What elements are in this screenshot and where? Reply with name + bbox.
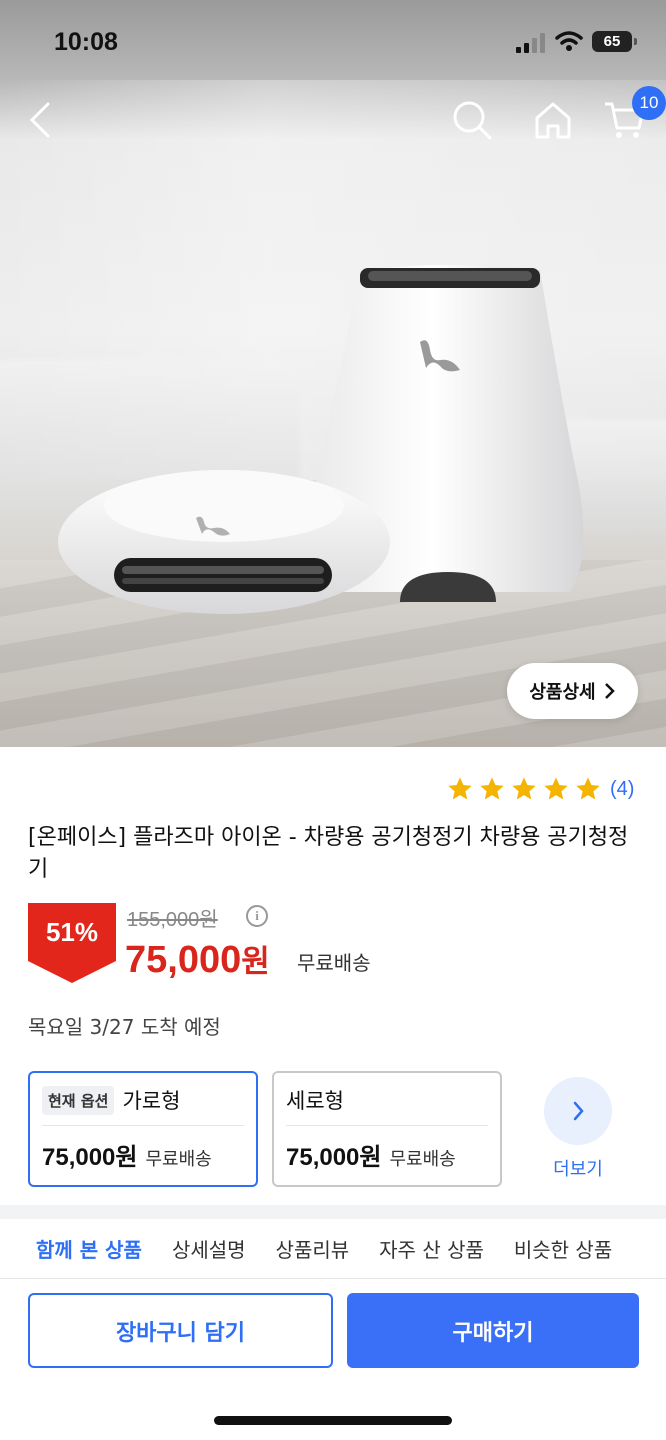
- add-to-cart-button[interactable]: 장바구니 담기: [28, 1293, 333, 1368]
- cart-count-badge: 10: [632, 86, 666, 120]
- star-icon: [512, 777, 536, 800]
- option-shipping: 무료배송: [145, 1149, 212, 1170]
- tab-viewed-together[interactable]: 함께 본 상품: [36, 1234, 142, 1263]
- rating-count: (4): [610, 777, 635, 800]
- product-title: [온페이스] 플라즈마 아이온 - 차량용 공기청정기 차량용 공기청정기: [28, 825, 629, 882]
- option-price: 75,000원: [286, 1144, 382, 1171]
- option-divider: [286, 1125, 488, 1126]
- product-detail-button[interactable]: 상품상세: [507, 663, 638, 719]
- star-icon: [480, 777, 504, 800]
- wifi-icon: [555, 31, 583, 51]
- star-icon: [448, 777, 472, 800]
- option-name: 세로형: [286, 1089, 344, 1113]
- discount-rate: 51%: [45, 917, 99, 947]
- tab-frequently-bought[interactable]: 자주 산 상품: [379, 1234, 484, 1263]
- section-divider: [0, 1205, 666, 1219]
- discount-badge: 51%: [28, 903, 116, 983]
- current-option-chip: 현재 옵션: [42, 1085, 115, 1115]
- tab-reviews[interactable]: 상품리뷰: [276, 1234, 350, 1263]
- option-card-vertical[interactable]: 세로형 75,000원 무료배송: [272, 1071, 502, 1187]
- product-rating[interactable]: (4): [446, 773, 634, 805]
- status-bar: 10:08 65: [0, 0, 666, 82]
- tab-description[interactable]: 상세설명: [172, 1234, 246, 1263]
- info-icon[interactable]: i: [246, 905, 268, 927]
- option-price: 75,000원: [42, 1144, 138, 1171]
- delivery-estimate: 목요일 3/27 도착 예정: [28, 1015, 221, 1039]
- home-icon[interactable]: [531, 98, 575, 142]
- more-options-label[interactable]: 더보기: [544, 1155, 612, 1181]
- option-shipping: 무료배송: [389, 1149, 456, 1170]
- product-tabs: 함께 본 상품 상세설명 상품리뷰 자주 산 상품 비슷한 상품: [0, 1219, 666, 1279]
- option-card-horizontal[interactable]: 현재 옵션 가로형 75,000원 무료배송: [28, 1071, 258, 1187]
- star-icon: [576, 777, 600, 800]
- disc-purifier-image: [58, 470, 390, 614]
- chevron-right-icon: [604, 683, 615, 699]
- sale-price-unit: 원: [241, 944, 270, 979]
- chevron-right-icon: [573, 1101, 584, 1121]
- search-icon[interactable]: [450, 98, 494, 142]
- home-indicator[interactable]: [214, 1416, 452, 1425]
- star-icon: [544, 777, 568, 800]
- shipping-info: 무료배송: [297, 951, 371, 975]
- original-price: 155,000원: [127, 909, 218, 931]
- more-options-button[interactable]: [544, 1077, 612, 1145]
- option-name: 가로형: [122, 1089, 181, 1113]
- product-detail-label: 상품상세: [529, 682, 596, 703]
- option-divider: [42, 1125, 244, 1126]
- tab-similar[interactable]: 비슷한 상품: [514, 1234, 612, 1263]
- sale-price-amount: 75,000: [125, 939, 242, 981]
- battery-indicator: 65: [592, 31, 637, 52]
- sale-price: 75,000원: [125, 936, 270, 982]
- status-time: 10:08: [54, 28, 118, 56]
- buy-now-button[interactable]: 구매하기: [347, 1293, 639, 1368]
- cellular-signal-icon: [516, 33, 546, 53]
- back-icon[interactable]: [20, 98, 64, 142]
